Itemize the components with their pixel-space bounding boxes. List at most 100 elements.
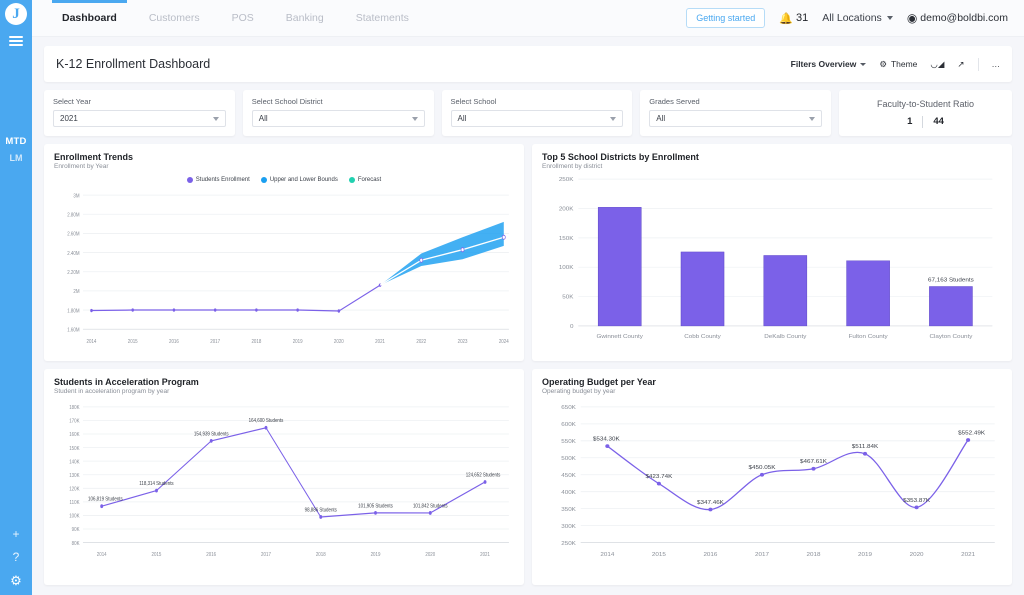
rail-label-mtd[interactable]: MTD	[5, 136, 26, 147]
dashboard-header: K-12 Enrollment Dashboard Filters Overvi…	[44, 46, 1012, 82]
chart-plot-area[interactable]: 250K200K150K100K50K0Gwinnett CountyCobb …	[542, 173, 1002, 357]
legend-swatch-icon	[187, 177, 193, 183]
chevron-down-icon	[412, 117, 418, 121]
svg-text:2023: 2023	[458, 338, 468, 345]
svg-text:400K: 400K	[561, 490, 576, 496]
svg-text:$511.84K: $511.84K	[852, 444, 878, 450]
legend-item[interactable]: Students Enrollment	[187, 177, 250, 183]
theme-button[interactable]: ⚙ Theme	[879, 59, 917, 70]
tab-dashboard[interactable]: Dashboard	[46, 0, 133, 36]
getting-started-button[interactable]: Getting started	[686, 8, 765, 28]
svg-text:500K: 500K	[561, 456, 576, 462]
fullscreen-button[interactable]: ↗	[957, 59, 964, 70]
tab-banking[interactable]: Banking	[270, 0, 340, 36]
more-options-button[interactable]: …	[992, 59, 1001, 69]
svg-text:100K: 100K	[69, 513, 80, 520]
add-icon[interactable]: +	[12, 528, 19, 540]
svg-text:160K: 160K	[69, 431, 80, 438]
view-button[interactable]: ◡◢	[930, 59, 944, 70]
tab-customers[interactable]: Customers	[133, 0, 216, 36]
left-rail: J MTD LM + ? ⚙	[0, 0, 32, 595]
filters-overview-button[interactable]: Filters Overview	[791, 59, 867, 69]
chart-title: Enrollment Trends	[54, 152, 514, 162]
svg-text:0: 0	[570, 324, 573, 329]
svg-text:2022: 2022	[416, 338, 426, 345]
rail-label-lm[interactable]: LM	[10, 153, 23, 163]
notifications-button[interactable]: 🔔 31	[779, 12, 808, 25]
top-bar: Dashboard Customers POS Banking Statemen…	[32, 0, 1024, 37]
svg-text:130K: 130K	[69, 472, 80, 479]
chart-subtitle: Enrollment by Year	[54, 163, 514, 170]
chart-plot-area[interactable]: 650K600K550K500K450K400K350K300K250K2014…	[542, 398, 1002, 582]
select-school-value: All	[458, 114, 467, 123]
svg-text:3M: 3M	[73, 193, 79, 200]
filter-select-school: Select School All	[442, 90, 633, 136]
rail-bottom-group: + ? ⚙	[0, 528, 32, 587]
user-email: demo@boldbi.com	[920, 12, 1008, 24]
svg-text:90K: 90K	[72, 526, 80, 533]
palette-icon: ⚙	[879, 59, 887, 70]
legend-label: Students Enrollment	[196, 177, 250, 183]
expand-icon: ↗	[957, 59, 964, 70]
svg-text:2016: 2016	[206, 551, 216, 558]
svg-text:2016: 2016	[169, 338, 179, 345]
gear-icon[interactable]: ⚙	[10, 574, 22, 587]
legend-label: Forecast	[358, 177, 381, 183]
eye-icon: ◡◢	[930, 59, 944, 70]
hamburger-icon[interactable]	[9, 34, 23, 48]
chevron-down-icon	[860, 63, 866, 66]
select-year-dropdown[interactable]: 2021	[53, 110, 226, 127]
svg-text:2018: 2018	[807, 552, 822, 558]
svg-text:2024: 2024	[499, 338, 509, 345]
kpi-divider	[922, 116, 923, 128]
kpi-faculty-student-ratio: Faculty-to-Student Ratio 1 44	[839, 90, 1012, 136]
select-year-value: 2021	[60, 114, 78, 123]
chart-plot-area[interactable]: 3M2.80M2.60M2.40M2.20M2M1.80M1.60M201420…	[54, 186, 514, 357]
grades-served-dropdown[interactable]: All	[649, 110, 822, 127]
legend-item[interactable]: Forecast	[349, 177, 381, 183]
help-icon[interactable]: ?	[13, 551, 20, 563]
svg-text:101,905 Students: 101,905 Students	[358, 502, 393, 509]
svg-text:50K: 50K	[562, 295, 573, 300]
main-region: Dashboard Customers POS Banking Statemen…	[32, 0, 1024, 595]
svg-text:110K: 110K	[70, 499, 80, 506]
svg-text:2015: 2015	[128, 338, 138, 345]
filter-label: Grades Served	[649, 97, 822, 106]
legend-item[interactable]: Upper and Lower Bounds	[261, 177, 338, 183]
chevron-down-icon	[213, 117, 219, 121]
filter-label: Select School District	[252, 97, 425, 106]
app-logo[interactable]: J	[5, 3, 27, 25]
filter-select-school-district: Select School District All	[243, 90, 434, 136]
chart-subtitle: Operating budget by year	[542, 388, 1002, 395]
chart-plot-area[interactable]: 180K170K160K150K140K130K120K110K100K90K8…	[54, 398, 514, 582]
tab-statements[interactable]: Statements	[340, 0, 425, 36]
chevron-down-icon	[887, 16, 893, 20]
svg-text:2017: 2017	[261, 551, 271, 558]
bell-icon: 🔔	[779, 12, 793, 25]
svg-text:106,819 Students: 106,819 Students	[88, 496, 123, 503]
dashboard-toolbar: Filters Overview ⚙ Theme ◡◢ ↗ …	[791, 58, 1000, 71]
kpi-values: 1 44	[907, 116, 944, 128]
svg-text:250K: 250K	[559, 178, 574, 183]
svg-text:450K: 450K	[561, 473, 576, 479]
svg-text:80K: 80K	[72, 540, 80, 547]
chevron-down-icon	[809, 117, 815, 121]
svg-text:2019: 2019	[858, 552, 873, 558]
filter-grades-served: Grades Served All	[640, 90, 831, 136]
svg-text:600K: 600K	[561, 422, 576, 428]
filter-select-year: Select Year 2021	[44, 90, 235, 136]
user-menu[interactable]: ◉ demo@boldbi.com	[907, 11, 1008, 25]
chart-subtitle: Student in acceleration program by year	[54, 388, 514, 395]
location-selector[interactable]: All Locations	[822, 12, 893, 24]
toolbar-divider	[978, 58, 979, 71]
svg-text:DeKalb County: DeKalb County	[764, 335, 806, 340]
svg-text:2015: 2015	[652, 552, 667, 558]
svg-text:140K: 140K	[69, 458, 80, 465]
legend-label: Upper and Lower Bounds	[270, 177, 338, 183]
svg-text:$467.61K: $467.61K	[800, 459, 827, 465]
tab-pos[interactable]: POS	[216, 0, 270, 36]
svg-text:2017: 2017	[210, 338, 220, 345]
select-school-district-dropdown[interactable]: All	[252, 110, 425, 127]
chevron-down-icon	[610, 117, 616, 121]
select-school-dropdown[interactable]: All	[451, 110, 624, 127]
